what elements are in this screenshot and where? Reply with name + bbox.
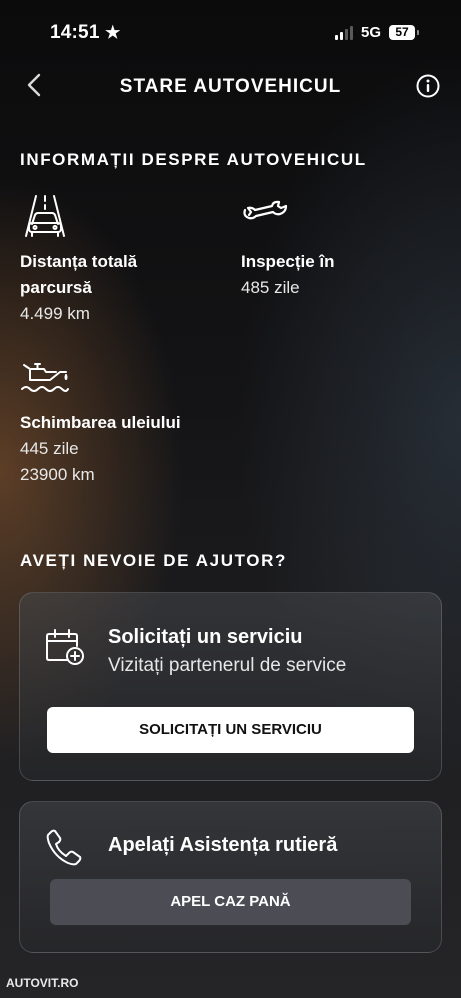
service-card-subtitle: Vizitați partenerul de service xyxy=(108,655,347,676)
oil-km-value: 23900 km xyxy=(20,465,95,484)
battery-icon: 57 xyxy=(389,25,419,40)
wrench-icon xyxy=(241,200,289,230)
help-heading: AVEȚI NEVOIE DE AJUTOR? xyxy=(20,551,287,570)
breakdown-call-button[interactable]: APEL CAZ PANĂ xyxy=(50,879,411,925)
oil-days-value: 445 zile xyxy=(20,439,79,458)
phone-icon xyxy=(45,828,83,866)
network-type: 5G xyxy=(360,24,381,41)
roadside-card: Apelați Asistența rutieră APEL CAZ PANĂ xyxy=(19,801,442,953)
car-road-icon xyxy=(20,194,70,238)
time-text: 14:51 xyxy=(50,22,100,43)
inspection-value: 485 zile xyxy=(241,278,300,297)
distance-label-line2: parcursă xyxy=(20,278,92,297)
signal-icon xyxy=(334,25,353,40)
service-card-title: Solicitați un serviciu xyxy=(108,626,303,648)
request-service-button[interactable]: SOLICITAȚI UN SERVICIU xyxy=(47,707,414,753)
oil-can-icon xyxy=(20,360,70,396)
info-button[interactable] xyxy=(416,74,440,98)
oil-block: Schimbarea uleiului 445 zile 23900 km xyxy=(20,410,240,488)
distance-label-line1: Distanța totală xyxy=(20,252,138,271)
service-card: Solicitați un serviciu Vizitați partener… xyxy=(19,592,442,781)
inspection-block: Inspecție în 485 zile xyxy=(241,249,441,301)
watermark-logo: AUTOVIT.RO xyxy=(6,976,79,990)
oil-label: Schimbarea uleiului xyxy=(20,413,181,432)
page-title: STARE AUTOVEHICUL xyxy=(119,76,342,97)
roadside-card-title: Apelați Asistența rutieră xyxy=(108,834,338,856)
inspection-label: Inspecție în xyxy=(241,252,335,271)
info-icon xyxy=(416,74,440,98)
status-bar-indicators: 5G 57 xyxy=(334,24,419,41)
distance-value: 4.499 km xyxy=(20,304,90,323)
calendar-add-icon xyxy=(45,628,85,666)
vehicle-info-heading: INFORMAȚII DESPRE AUTOVEHICUL xyxy=(20,150,367,169)
status-bar-time: 14:51 ★ xyxy=(50,22,121,44)
star-icon: ★ xyxy=(105,23,121,42)
distance-block: Distanța totală parcursă 4.499 km xyxy=(20,249,220,327)
